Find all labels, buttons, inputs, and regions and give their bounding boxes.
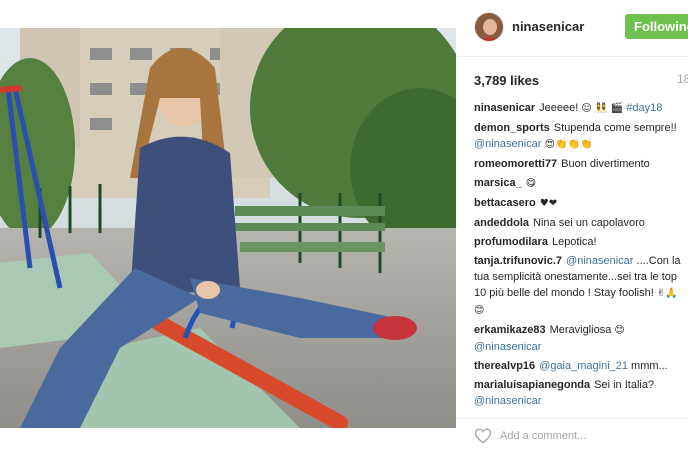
comment-item: marsica_ 😋 [474, 175, 688, 192]
comment-username[interactable]: marsica_ [474, 177, 522, 189]
comments-panel: ninasenicar Following 3,789 likes 18 nin… [456, 0, 688, 459]
comment-username[interactable]: therealvp16 [474, 360, 535, 372]
post-footer [456, 418, 688, 459]
comment-mention[interactable]: @ninasenicar [566, 255, 633, 267]
comment-username[interactable]: bettacasero [474, 197, 536, 209]
comment-username[interactable]: ninasenicar [474, 102, 535, 114]
comment-text: Meravigliosa [549, 324, 615, 336]
comment-username[interactable]: profumodilara [474, 236, 548, 248]
comment-mention[interactable]: @ninasenicar [474, 341, 541, 353]
comment-item: profumodilara Lepotica! [474, 234, 688, 250]
comment-text: Nina sei un capolavoro [533, 217, 645, 229]
post-photo[interactable] [0, 28, 456, 428]
likes-count[interactable]: 3,789 likes [474, 73, 539, 88]
comment-username[interactable]: demon_sports [474, 122, 550, 134]
following-button[interactable]: Following [625, 14, 688, 39]
comment-username[interactable]: marialuisapianegonda [474, 379, 590, 391]
heart-icon[interactable] [474, 427, 492, 445]
likes-row: 3,789 likes 18 [474, 72, 688, 88]
comment-item: andeddola Nina sei un capolavoro [474, 215, 688, 231]
avatar-image [475, 13, 503, 41]
comment-username[interactable]: erkamikaze83 [474, 324, 546, 336]
comment-username[interactable]: andeddola [474, 217, 529, 229]
comment-text: mmm... [628, 360, 668, 372]
comment-item: tanja.trifunovic.7 @ninasenicar ....Con l… [474, 253, 688, 319]
post-username[interactable]: ninasenicar [512, 19, 584, 34]
comment-list: ninasenicar Jeeeee! ☺ 👯 🎬 #day18 demon_spo… [474, 100, 688, 410]
comment-text: Stupenda come sempre!! [553, 122, 677, 134]
comment-mention[interactable]: @ninasenicar [474, 395, 541, 407]
comment-item: demon_sports Stupenda come sempre!! @nina… [474, 120, 688, 153]
comment-item: marialuisapianegonda Sei in Italia? @nina… [474, 377, 688, 409]
comment-item: therealvp16 @gaia_magini_21 mmm... [474, 358, 688, 374]
post-header: ninasenicar Following [456, 0, 688, 57]
post-time[interactable]: 18 [677, 72, 688, 86]
comment-emoji: ♥❤ [539, 198, 558, 209]
add-comment-input[interactable] [500, 427, 680, 445]
comment-item: ninasenicar Jeeeee! ☺ 👯 🎬 #day18 [474, 100, 688, 117]
comment-username[interactable]: romeomoretti77 [474, 158, 557, 170]
comment-item: romeomoretti77 Buon divertimento [474, 156, 688, 172]
photo-illustration [0, 28, 456, 428]
comment-item: bettacasero ♥❤ [474, 195, 688, 212]
comment-emoji: 😋 [525, 178, 537, 189]
comment-emoji: 😊 [614, 325, 625, 336]
comment-text: Buon divertimento [561, 158, 650, 170]
comment-mention[interactable]: #day18 [626, 102, 662, 114]
comment-item: erkamikaze83 Meravigliosa 😊 @ninasenicar [474, 322, 688, 355]
comment-text: Lepotica! [551, 236, 597, 248]
comment-text: Sei in Italia? [594, 379, 655, 391]
comment-mention[interactable]: @ninasenicar [474, 138, 541, 150]
comment-username[interactable]: tanja.trifunovic.7 [474, 255, 562, 267]
comment-emoji: ☺ 👯 🎬 [581, 103, 627, 114]
comment-emoji: 😍👏👏👏 [541, 139, 593, 150]
comment-mention[interactable]: @gaia_magini_21 [539, 360, 628, 372]
avatar[interactable] [474, 12, 504, 42]
comment-text: Jeeeee! [539, 102, 582, 114]
